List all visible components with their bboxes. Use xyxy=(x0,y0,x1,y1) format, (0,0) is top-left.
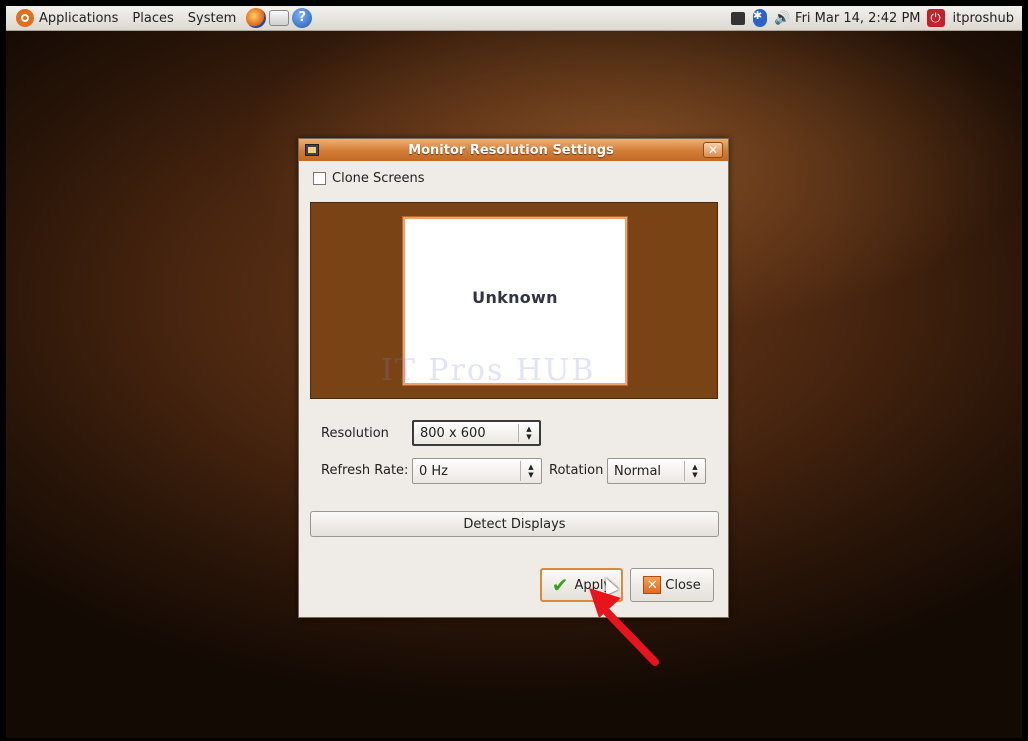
applications-menu[interactable]: Applications xyxy=(6,6,125,30)
help-icon[interactable]: ? xyxy=(292,8,313,28)
clone-screens-label: Clone Screens xyxy=(332,171,425,186)
bluetooth-icon[interactable]: ✱ xyxy=(752,9,768,27)
network-icon[interactable] xyxy=(730,10,746,26)
refresh-rate-label: Refresh Rate: xyxy=(321,463,409,478)
clone-screens-row[interactable]: Clone Screens xyxy=(313,171,424,186)
refresh-rate-value: 0 Hz xyxy=(419,463,449,479)
places-menu-label: Places xyxy=(132,10,174,26)
power-icon[interactable]: ⏻ xyxy=(926,9,945,27)
top-panel: Applications Places System ? ✱ 🔊 Fri Mar… xyxy=(6,6,1022,31)
mail-icon[interactable] xyxy=(269,10,290,26)
monitor-icon xyxy=(305,144,319,156)
red-arrow-icon xyxy=(589,588,659,666)
resolution-select[interactable]: 800 x 600 ▲ ▼ xyxy=(412,420,541,446)
checkmark-icon: ✔ xyxy=(551,573,569,597)
rotation-value: Normal xyxy=(614,463,662,479)
spin-arrows-icon: ▲ ▼ xyxy=(518,424,539,442)
refresh-rate-select[interactable]: 0 Hz ▲ ▼ xyxy=(412,458,542,484)
dialog-titlebar[interactable]: Monitor Resolution Settings ✕ xyxy=(299,139,728,161)
system-menu[interactable]: System xyxy=(181,6,243,30)
applications-menu-label: Applications xyxy=(39,10,119,26)
resolution-value: 800 x 600 xyxy=(420,425,486,441)
spin-arrows-icon: ▲ ▼ xyxy=(684,461,705,481)
places-menu[interactable]: Places xyxy=(125,6,180,30)
clone-screens-checkbox[interactable] xyxy=(313,172,326,185)
resolution-label: Resolution xyxy=(321,426,389,441)
rotation-label: Rotation xyxy=(549,463,604,478)
close-icon[interactable]: ✕ xyxy=(703,142,723,158)
rotation-select[interactable]: Normal ▲ ▼ xyxy=(607,458,706,484)
detect-displays-label: Detect Displays xyxy=(463,516,566,532)
firefox-icon[interactable] xyxy=(246,8,267,28)
system-tray: ✱ 🔊 Fri Mar 14, 2:42 PM ⏻ itproshub xyxy=(727,6,1022,30)
watermark: IT Pros HUB xyxy=(381,353,596,388)
dialog-title: Monitor Resolution Settings xyxy=(408,142,614,158)
monitor-label: Unknown xyxy=(472,287,558,307)
monitor-preview-area: Unknown IT Pros HUB xyxy=(310,202,718,399)
system-menu-label: System xyxy=(187,10,237,26)
ubuntu-logo-icon xyxy=(16,9,34,27)
close-label: Close xyxy=(665,577,701,593)
detect-displays-button[interactable]: Detect Displays xyxy=(310,511,719,537)
spin-arrows-icon: ▲ ▼ xyxy=(520,461,541,481)
monitor-resolution-dialog: Monitor Resolution Settings ✕ Clone Scre… xyxy=(298,138,729,618)
volume-icon[interactable]: 🔊 xyxy=(774,10,790,26)
clock[interactable]: Fri Mar 14, 2:42 PM xyxy=(795,11,920,26)
username[interactable]: itproshub xyxy=(953,11,1014,26)
